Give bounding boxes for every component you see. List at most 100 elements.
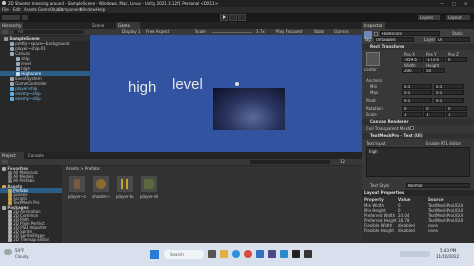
tab-inspector[interactable]: Inspector [362,22,385,29]
rotation-y[interactable]: 0 [424,106,445,111]
object-name-field[interactable]: Highscore [380,31,440,36]
tab-project[interactable]: Project [0,152,24,159]
minimize-button[interactable]: — [440,1,444,6]
tag-dropdown[interactable]: Untagged [374,37,414,42]
menu-help[interactable]: Help [96,7,105,12]
browser-icon[interactable] [232,250,240,258]
tab-hierarchy[interactable]: Hierarchy [0,22,24,29]
anchor-max-y[interactable]: 0.5 [434,90,464,95]
ship-icon [144,179,154,189]
play-focused-dropdown[interactable]: Play Focused [276,29,302,34]
weather-temp[interactable]: 54°F [15,248,24,253]
fav-label: All Prefabs [13,178,35,183]
start-button[interactable] [150,250,159,259]
layout-dropdown[interactable]: Layout [446,15,470,20]
text-input-area[interactable]: high [366,147,470,177]
menu-file[interactable]: File [2,7,9,12]
create-button[interactable] [2,160,8,164]
scale-z[interactable]: 1 [446,112,467,117]
bullet-icon [126,179,128,189]
task-view-icon[interactable] [208,250,216,258]
asset-tile[interactable]: shooter~ship [92,176,110,202]
menu-edit[interactable]: Edit [13,7,21,12]
game-viewport[interactable]: high level [90,35,362,152]
menu-component[interactable]: Component [58,7,81,12]
rotation-z[interactable]: 0 [446,106,467,111]
scale-y[interactable]: 1 [424,112,445,117]
layer-dropdown[interactable]: UI [436,37,470,42]
maximize-button[interactable]: □ [452,1,456,6]
mail-icon[interactable] [256,250,264,258]
text-style-dropdown[interactable]: Normal [406,183,470,188]
width-field[interactable]: 200 [402,68,423,73]
package-label: 2D Tilemap Editor [13,237,50,242]
rtl-editor-toggle[interactable]: Enable RTL Editor [426,141,461,146]
unity-editor-icon[interactable] [304,250,312,258]
breadcrumb[interactable]: Assets > Prefabs [66,166,100,171]
pause-button[interactable] [229,14,237,21]
rect-transform-header[interactable]: Rect Transform [362,44,474,50]
active-checkbox[interactable] [374,32,378,36]
height-field[interactable]: 50 [424,68,445,73]
scale-slider[interactable] [212,32,252,33]
close-button[interactable]: ✕ [464,1,467,6]
anchor-min-y[interactable]: 0.5 [434,84,464,89]
account-button[interactable] [2,15,20,20]
scale-x[interactable]: 1 [402,112,423,117]
textmeshpro-header[interactable]: TextMeshPro - Text (UI) [362,133,474,139]
favorite-item[interactable]: All Prefabs [0,178,62,183]
layers-dropdown[interactable]: Layers [418,15,440,20]
file-explorer-icon[interactable] [220,250,228,258]
pivot-label: Pivot [366,98,376,103]
menu-window[interactable]: Window [80,7,96,12]
taskbar-search[interactable]: Search [164,250,204,259]
anchor-max-x[interactable]: 0.5 [402,90,432,95]
hierarchy-toolbar: All [0,29,90,35]
pivot-y[interactable]: 0.5 [434,98,464,103]
tab-scene[interactable]: Scene [90,22,116,29]
tab-console[interactable]: Console [26,152,52,159]
asset-tile[interactable]: player~ship [68,176,86,202]
asset-thumbnail [117,176,133,192]
tray-icons[interactable] [400,251,430,257]
weather-icon[interactable] [4,249,12,255]
canvas-renderer-header[interactable]: Canvas Renderer [362,119,474,125]
clock-time[interactable]: 5:43 PM [440,248,456,253]
scale-label: Scale [366,112,377,117]
posy-field[interactable]: -173.6 [424,57,445,62]
bullet-icon [121,179,123,189]
anchors-foldout[interactable]: Anchors [366,78,382,83]
anchor-preset-button[interactable] [366,52,380,66]
display-dropdown[interactable]: Display 1 [122,29,141,34]
posz-field[interactable]: 0 [446,57,467,62]
clock-date: 11/10/2022 [436,254,460,259]
hierarchy-search[interactable]: All [14,30,84,34]
posx-field[interactable]: -459.6 [402,57,423,62]
hierarchy-item[interactable]: enemy~ship [0,96,90,101]
asset-tile[interactable]: player-ship [140,176,158,202]
tab-game[interactable]: Game [116,22,140,29]
cloud-icon[interactable] [22,15,28,20]
stats-button[interactable]: Stats [314,29,324,34]
menu-assets[interactable]: Assets [24,7,37,12]
scale-value: 3.7x [256,29,265,34]
project-contents: Assets > Prefabs player~ship shooter~shi… [62,166,362,243]
pivot-x[interactable]: 0.5 [402,98,432,103]
layout-properties-header[interactable]: Layout Properties [362,190,474,196]
rotation-x[interactable]: 0 [402,106,423,111]
main-toolbar: Layers Layout [0,13,474,22]
static-toggle[interactable]: Static [452,31,463,36]
asset-tile[interactable]: player-bullet [116,176,134,202]
vscode-icon[interactable] [280,250,288,258]
package-item[interactable]: 2D Tilemap Editor [0,237,62,242]
anchor-min-x[interactable]: 0.5 [402,84,432,89]
cull-transparent-checkbox[interactable] [410,126,414,130]
aspect-dropdown[interactable]: Free Aspect [146,29,169,34]
add-button[interactable] [2,30,8,34]
store-icon[interactable] [268,250,276,258]
unity-hub-icon[interactable] [292,250,300,258]
chrome-icon[interactable] [244,250,252,258]
gizmos-button[interactable]: Gizmos [334,29,349,34]
project-search[interactable] [250,160,330,164]
step-button[interactable] [238,14,246,21]
